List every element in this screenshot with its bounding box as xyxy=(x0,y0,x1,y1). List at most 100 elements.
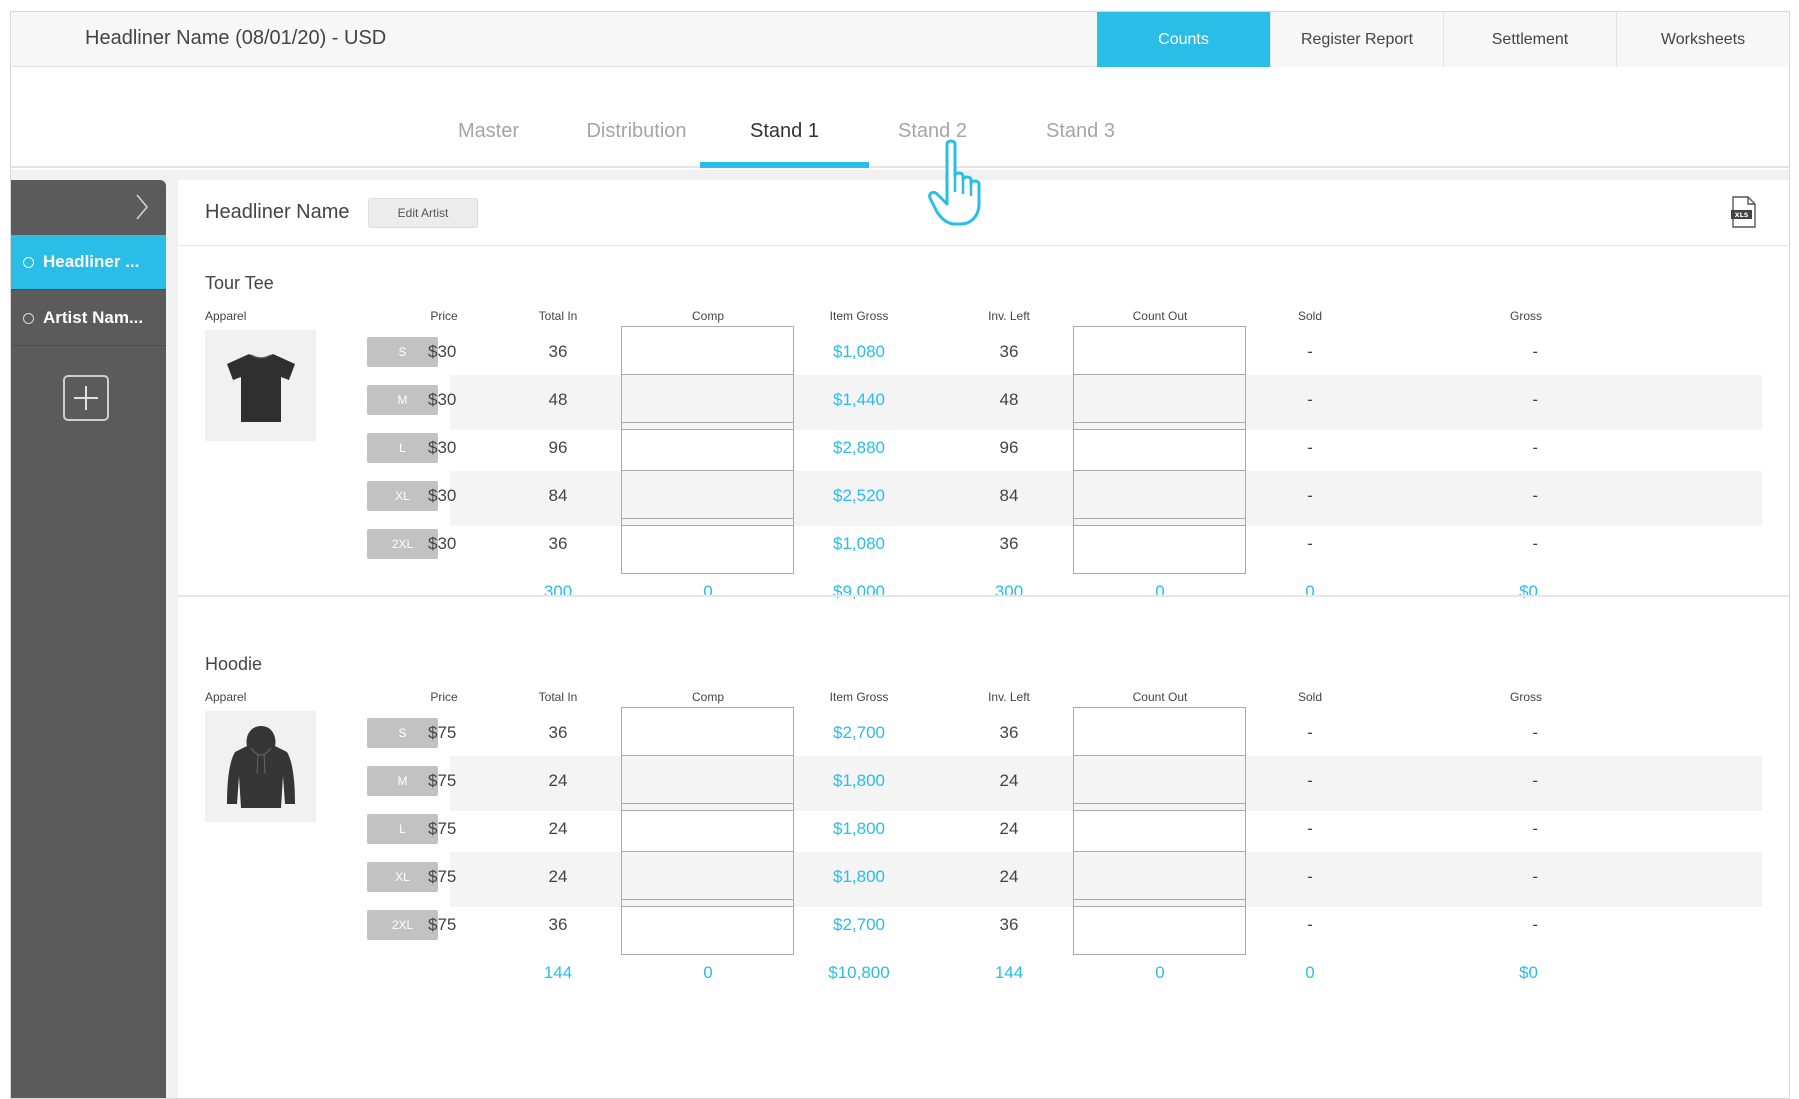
total-count-out: 0 xyxy=(1155,582,1165,601)
chevron-right-icon[interactable] xyxy=(134,192,150,222)
subtab-stand-3[interactable]: Stand 3 xyxy=(996,120,1165,143)
table-cell-gross: - xyxy=(1532,915,1538,934)
table-cell-gross: - xyxy=(1532,723,1538,742)
xls-label: XLS xyxy=(1735,211,1749,219)
table-cell-price: $30 xyxy=(428,534,457,553)
table-cell-price: $75 xyxy=(428,819,457,838)
column-header: Gross xyxy=(1509,309,1542,323)
product-image xyxy=(205,711,316,822)
page-title: Headliner Name (08/01/20) - USD xyxy=(85,27,387,49)
counts-card: Headliner Name Edit Artist XLS Tour Tee A… xyxy=(178,180,1789,1098)
table-cell-total-in: 96 xyxy=(548,438,568,457)
product-name: Tour Tee xyxy=(205,273,274,293)
column-header: Inv. Left xyxy=(988,690,1030,704)
total-comp: 0 xyxy=(703,582,713,601)
table-cell-price: $30 xyxy=(428,390,457,409)
sidebar-item-headliner[interactable]: Headliner ... xyxy=(11,235,166,290)
table-cell-total-in: 36 xyxy=(548,723,568,742)
column-header: Item Gross xyxy=(829,690,889,704)
total-item-gross: $9,000 xyxy=(833,582,885,601)
table-cell-item-gross: $1,800 xyxy=(833,771,885,790)
table-cell-total-in: 24 xyxy=(548,771,568,790)
app-window: Headliner Name (08/01/20) - USD Counts R… xyxy=(10,11,1790,1099)
table-cell-sold: - xyxy=(1307,534,1313,553)
table-cell-total-in: 36 xyxy=(548,342,568,361)
table-cell-sold: - xyxy=(1307,867,1313,886)
comp-input[interactable] xyxy=(621,899,794,955)
product-category: Apparel xyxy=(205,690,247,704)
hoodie-icon xyxy=(226,725,295,808)
table-cell-sold: - xyxy=(1307,915,1313,934)
subtab-distribution[interactable]: Distribution xyxy=(552,120,721,143)
table-cell-item-gross: $2,700 xyxy=(833,915,885,934)
total-comp: 0 xyxy=(703,963,713,982)
table-cell-item-gross: $1,080 xyxy=(833,342,885,361)
tab-register-report[interactable]: Register Report xyxy=(1270,12,1443,67)
count-out-input[interactable] xyxy=(1073,899,1246,955)
product-image xyxy=(205,330,316,441)
tab-worksheets[interactable]: Worksheets xyxy=(1616,12,1789,67)
table-cell-total-in: 36 xyxy=(548,915,568,934)
table-cell-total-in: 36 xyxy=(548,534,568,553)
section-divider xyxy=(178,595,1789,597)
table-cell-price: $75 xyxy=(428,915,457,934)
table-cell-inv-left: 24 xyxy=(999,771,1019,790)
table-cell-total-in: 24 xyxy=(548,819,568,838)
table-cell-sold: - xyxy=(1307,771,1313,790)
column-header: Sold xyxy=(1297,309,1323,323)
table-cell-sold: - xyxy=(1307,819,1313,838)
table-cell-inv-left: 36 xyxy=(999,342,1019,361)
table-cell-gross: - xyxy=(1532,438,1538,457)
table-cell-total-in: 48 xyxy=(548,390,568,409)
xls-file-icon[interactable]: XLS xyxy=(1731,196,1757,228)
sidebar-item-label: Artist Nam... xyxy=(43,308,144,327)
table-cell-item-gross: $2,700 xyxy=(833,723,885,742)
total-gross: $0 xyxy=(1519,963,1538,982)
top-bar: Headliner Name (08/01/20) - USD Counts R… xyxy=(11,12,1789,67)
artist-name: Headliner Name xyxy=(205,201,350,223)
column-header: Sold xyxy=(1297,690,1323,704)
table-cell-inv-left: 36 xyxy=(999,915,1019,934)
table-cell-sold: - xyxy=(1307,723,1313,742)
product-section: Hoodie Apparel Price Total In Comp Item Gross… xyxy=(178,627,1789,1007)
total-total-in: 300 xyxy=(543,582,573,601)
product-name: Hoodie xyxy=(205,654,263,674)
column-header: Total In xyxy=(538,309,578,323)
table-cell-item-gross: $1,800 xyxy=(833,819,885,838)
table-cell-gross: - xyxy=(1532,390,1538,409)
tab-counts[interactable]: Counts xyxy=(1097,12,1270,67)
subtab-stand-1[interactable]: Stand 1 xyxy=(700,120,869,143)
column-header: Count Out xyxy=(1132,309,1188,323)
total-item-gross: $10,800 xyxy=(828,963,890,982)
add-artist-button[interactable] xyxy=(63,375,109,421)
comp-input[interactable] xyxy=(621,518,794,574)
column-header: Comp xyxy=(691,309,724,323)
table-cell-price: $75 xyxy=(428,723,457,742)
table-cell-gross: - xyxy=(1532,867,1538,886)
table-cell-inv-left: 36 xyxy=(999,534,1019,553)
table-cell-gross: - xyxy=(1532,534,1538,553)
column-header: Comp xyxy=(691,690,724,704)
subtab-stand-2[interactable]: Stand 2 xyxy=(848,120,1017,143)
table-cell-item-gross: $1,080 xyxy=(833,534,885,553)
column-header: Total In xyxy=(538,690,578,704)
artist-sidebar: Headliner ... Artist Nam... xyxy=(11,180,166,1098)
table-cell-price: $75 xyxy=(428,867,457,886)
table-cell-total-in: 84 xyxy=(548,486,568,505)
total-count-out: 0 xyxy=(1155,963,1165,982)
stand-tabs: Master Distribution Stand 1 Stand 2 Stan… xyxy=(11,68,1789,168)
table-cell-price: $30 xyxy=(428,342,457,361)
table-cell-inv-left: 96 xyxy=(999,438,1019,457)
sidebar-item-label: Headliner ... xyxy=(43,252,140,271)
total-inv-left: 300 xyxy=(994,582,1024,601)
sidebar-item-artist[interactable]: Artist Nam... xyxy=(11,291,166,346)
card-header: Headliner Name Edit Artist XLS xyxy=(178,180,1789,246)
tab-settlement[interactable]: Settlement xyxy=(1443,12,1616,67)
count-out-input[interactable] xyxy=(1073,518,1246,574)
table-cell-inv-left: 84 xyxy=(999,486,1019,505)
edit-artist-button[interactable]: Edit Artist xyxy=(368,198,478,228)
column-header: Price xyxy=(430,690,458,704)
table-cell-sold: - xyxy=(1307,390,1313,409)
table-cell-item-gross: $2,520 xyxy=(833,486,885,505)
subtab-master[interactable]: Master xyxy=(404,120,573,143)
